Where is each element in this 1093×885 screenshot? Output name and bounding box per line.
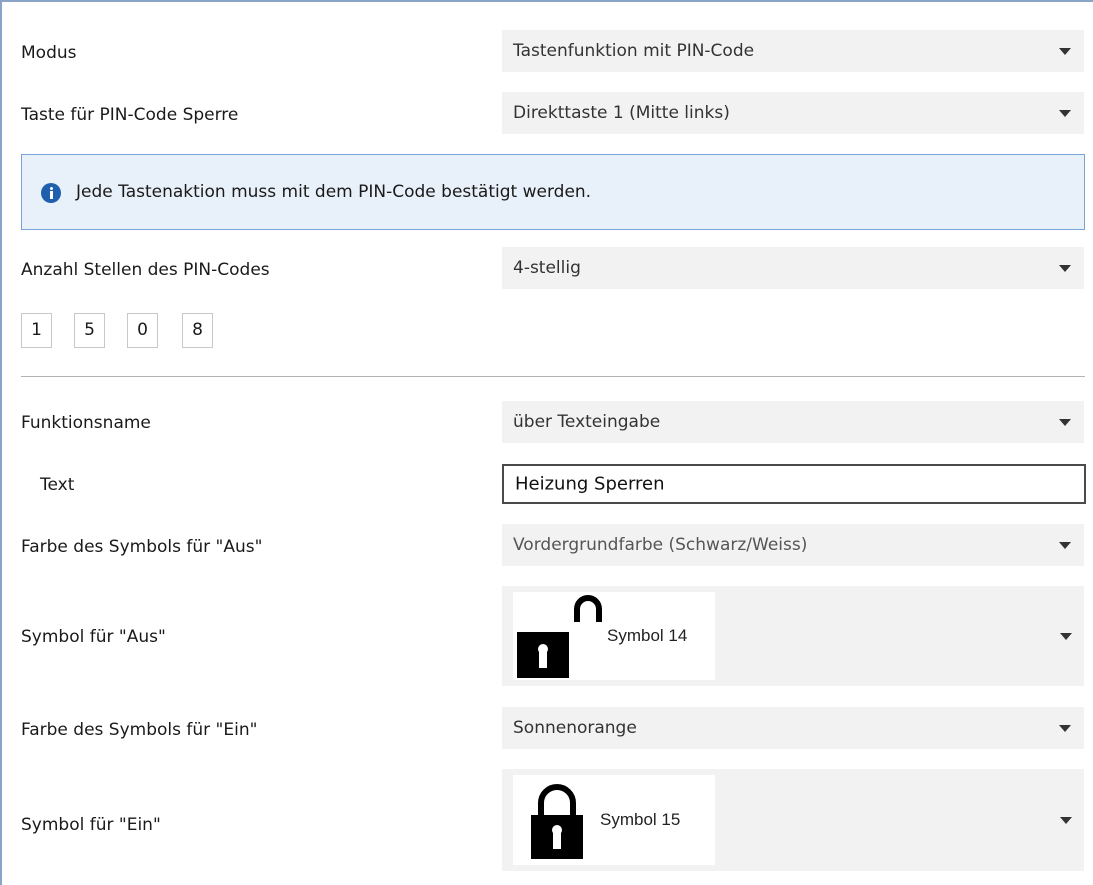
text-input[interactable]: Heizung Sperren (502, 464, 1086, 504)
anzahl-label: Anzahl Stellen des PIN-Codes (21, 260, 270, 280)
symbol-aus-preview: Symbol 14 (513, 592, 715, 680)
text-label: Text (40, 475, 75, 495)
modus-label: Modus (21, 43, 77, 63)
chevron-down-icon (1059, 48, 1071, 55)
panel-border-top (0, 0, 1093, 2)
symbol-aus-label: Symbol für "Aus" (21, 627, 166, 647)
section-divider (21, 376, 1085, 377)
modus-value: Tastenfunktion mit PIN-Code (513, 41, 755, 61)
text-input-value: Heizung Sperren (515, 473, 665, 495)
symbol-ein-dropdown[interactable]: Symbol 15 (502, 769, 1084, 871)
chevron-down-icon (1060, 817, 1072, 824)
farbe-ein-value: Sonnenorange (513, 718, 637, 738)
funktionsname-value: über Texteingabe (513, 412, 661, 432)
chevron-down-icon (1059, 725, 1071, 732)
farbe-ein-label: Farbe des Symbols für "Ein" (21, 720, 258, 740)
chevron-down-icon (1059, 542, 1071, 549)
info-icon (41, 183, 61, 203)
chevron-down-icon (1060, 633, 1072, 640)
symbol-ein-value: Symbol 15 (600, 810, 681, 829)
parameter-panel: Modus Tastenfunktion mit PIN-Code Taste … (0, 0, 1093, 885)
anzahl-value: 4-stellig (513, 258, 581, 278)
taste-value: Direkttaste 1 (Mitte links) (513, 103, 730, 123)
symbol-aus-dropdown[interactable]: Symbol 14 (502, 586, 1084, 686)
taste-dropdown[interactable]: Direkttaste 1 (Mitte links) (502, 92, 1084, 134)
chevron-down-icon (1059, 265, 1071, 272)
taste-label: Taste für PIN-Code Sperre (21, 105, 239, 125)
modus-dropdown[interactable]: Tastenfunktion mit PIN-Code (502, 30, 1084, 72)
symbol-ein-label: Symbol für "Ein" (21, 815, 161, 835)
chevron-down-icon (1059, 110, 1071, 117)
pin-digit-2[interactable]: 5 (74, 313, 105, 348)
farbe-aus-value: Vordergrundfarbe (Schwarz/Weiss) (513, 535, 808, 555)
anzahl-dropdown[interactable]: 4-stellig (502, 247, 1084, 289)
farbe-aus-dropdown[interactable]: Vordergrundfarbe (Schwarz/Weiss) (502, 524, 1084, 566)
info-text: Jede Tastenaktion muss mit dem PIN-Code … (76, 182, 592, 202)
symbol-aus-value: Symbol 14 (607, 626, 688, 645)
pin-digit-3[interactable]: 0 (127, 313, 158, 348)
pin-digit-1[interactable]: 1 (21, 313, 52, 348)
locked-padlock-icon (531, 784, 583, 859)
unlocked-padlock-icon (517, 595, 602, 678)
funktionsname-dropdown[interactable]: über Texteingabe (502, 401, 1084, 443)
info-box: Jede Tastenaktion muss mit dem PIN-Code … (21, 154, 1085, 230)
chevron-down-icon (1059, 419, 1071, 426)
pin-digit-4[interactable]: 8 (182, 313, 213, 348)
panel-border-left (0, 0, 2, 885)
funktionsname-label: Funktionsname (21, 413, 151, 433)
symbol-ein-preview: Symbol 15 (513, 775, 715, 865)
farbe-aus-label: Farbe des Symbols für "Aus" (21, 537, 263, 557)
farbe-ein-dropdown[interactable]: Sonnenorange (502, 707, 1084, 749)
